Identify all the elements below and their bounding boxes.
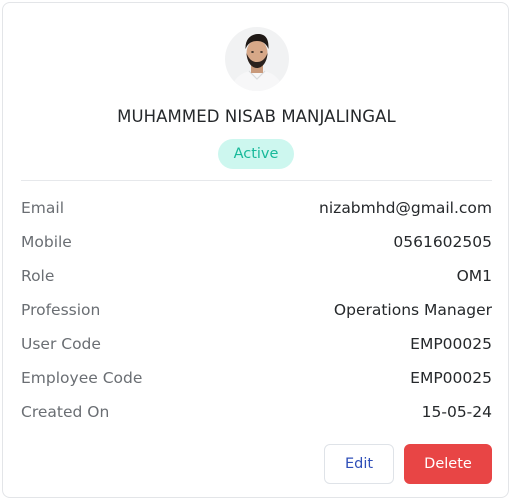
detail-value: nizabmhd@gmail.com <box>319 199 492 217</box>
avatar-photo-icon <box>225 27 289 91</box>
detail-value: 15-05-24 <box>421 403 492 421</box>
detail-row-employee-code: Employee Code EMP00025 <box>21 361 492 395</box>
detail-row-role: Role OM1 <box>21 259 492 293</box>
detail-label: Created On <box>21 403 110 421</box>
detail-value: OM1 <box>456 267 492 285</box>
detail-label: Profession <box>21 301 101 319</box>
detail-value: 0561602505 <box>393 233 492 251</box>
detail-value: Operations Manager <box>333 301 492 319</box>
details-list: Email nizabmhd@gmail.com Mobile 05616025… <box>21 191 492 429</box>
detail-row-email: Email nizabmhd@gmail.com <box>21 191 492 225</box>
detail-value: EMP00025 <box>410 369 492 387</box>
detail-label: Email <box>21 199 65 217</box>
detail-label: Mobile <box>21 233 72 251</box>
detail-label: Employee Code <box>21 369 143 387</box>
divider <box>21 180 492 181</box>
detail-row-user-code: User Code EMP00025 <box>21 327 492 361</box>
edit-button[interactable]: Edit <box>324 444 394 484</box>
avatar <box>225 27 289 91</box>
user-profile-card: MUHAMMED NISAB MANJALINGAL Active Email … <box>2 2 509 498</box>
detail-label: User Code <box>21 335 101 353</box>
detail-row-profession: Profession Operations Manager <box>21 293 492 327</box>
delete-button[interactable]: Delete <box>404 444 492 484</box>
detail-value: EMP00025 <box>410 335 492 353</box>
detail-label: Role <box>21 267 55 285</box>
detail-row-created-on: Created On 15-05-24 <box>21 395 492 429</box>
detail-row-mobile: Mobile 0561602505 <box>21 225 492 259</box>
status-badge: Active <box>218 139 294 169</box>
user-name: MUHAMMED NISAB MANJALINGAL <box>117 107 396 126</box>
